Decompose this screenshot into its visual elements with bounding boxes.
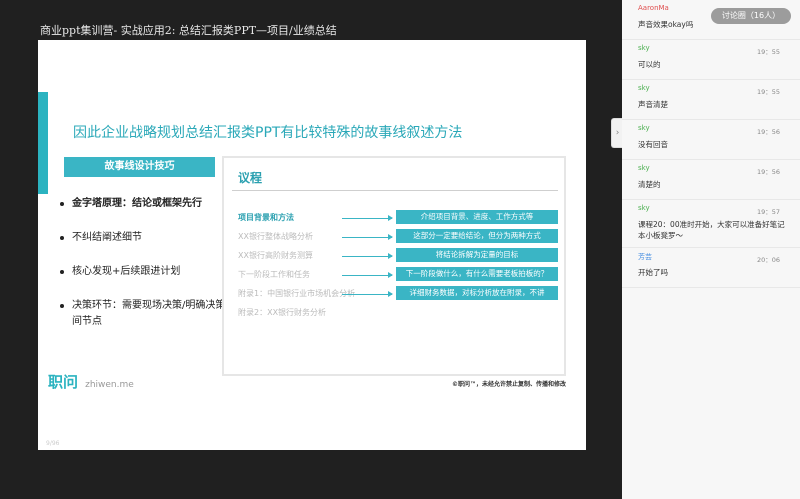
chat-user: sky <box>638 124 650 132</box>
arrow-right-icon <box>342 234 393 240</box>
chat-time: 19：55 <box>756 48 780 56</box>
chat-text: 开始了吗 <box>638 268 668 277</box>
chat-message: 芳芸 20：06 开始了吗 <box>622 248 800 288</box>
chat-message: sky 19：56 没有回音 <box>622 120 800 160</box>
chat-message: sky 19：57 课程20：00准时开始，大家可以准备好笔记本小板凳罗～ <box>622 200 800 248</box>
bullet-item: 核心发现+后续跟进计划 <box>60 264 240 280</box>
chat-user: sky <box>638 44 650 52</box>
agenda-row: 附录1：中国银行业市场机会分析 详细财务数据，对标分析放在附录，不讲 <box>238 286 564 302</box>
agenda-item-label: XX银行整体战略分析 <box>238 232 313 241</box>
chat-user: AaronMa <box>638 4 669 12</box>
slide-accent-bar <box>38 92 48 194</box>
agenda-item-label: 附录2：XX银行财务分析 <box>238 308 327 317</box>
chat-time: 19：55 <box>756 88 780 96</box>
chat-message: sky 19：56 清楚的 <box>622 160 800 200</box>
agenda-item-desc: 将结论拆解为定量的目标 <box>396 248 558 262</box>
chat-text: 课程20：00准时开始，大家可以准备好笔记本小板凳罗～ <box>638 220 785 240</box>
bullet-item: 金字塔原理：结论或框架先行 <box>60 196 240 212</box>
technique-label: 故事线设计技巧 <box>64 157 215 177</box>
chat-text: 可以的 <box>638 60 661 69</box>
agenda-divider <box>232 190 558 191</box>
discussion-button[interactable]: 讨论圈（16人） <box>711 8 791 24</box>
agenda-item-label: 附录1：中国银行业市场机会分析 <box>238 289 356 298</box>
chat-time: 19：56 <box>756 168 780 176</box>
course-title: 商业ppt集训营- 实战应用2: 总结汇报类PPT—项目/业绩总结 <box>40 24 337 37</box>
agenda-row: 项目背景和方法 介绍项目背景、进度、工作方式等 <box>238 210 564 226</box>
agenda-panel: 议程 项目背景和方法 介绍项目背景、进度、工作方式等 XX银行整体战略分析 这部… <box>222 156 566 376</box>
agenda-row: XX银行整体战略分析 这部分一定要给结论，但分为两种方式 <box>238 229 564 245</box>
brand-logo: 职问 zhiwen.me <box>48 371 134 392</box>
slide-headline: 因此企业战略规划总结汇报类PPT有比较特殊的故事线叙述方法 <box>73 125 463 141</box>
agenda-title: 议程 <box>238 171 263 185</box>
chat-time: 20：06 <box>756 256 780 264</box>
chat-text: 没有回音 <box>638 140 668 149</box>
agenda-item-desc: 下一阶段做什么，有什么需要老板拍板的？ <box>396 267 558 281</box>
arrow-right-icon <box>342 215 393 221</box>
bullet-item: 不纠结阐述细节 <box>60 230 240 246</box>
agenda-item-label: XX银行高阶财务测算 <box>238 251 313 260</box>
agenda-row: 下一阶段工作和任务 下一阶段做什么，有什么需要老板拍板的？ <box>238 267 564 283</box>
agenda-item-label: 下一阶段工作和任务 <box>238 270 310 279</box>
agenda-item-label: 项目背景和方法 <box>238 213 294 222</box>
bullet-item: 决策环节：需要现场决策/明确决策时间节点 <box>60 298 240 330</box>
arrow-right-icon <box>342 253 393 259</box>
chat-user: 芳芸 <box>638 253 652 261</box>
slide: 因此企业战略规划总结汇报类PPT有比较特殊的故事线叙述方法 故事线设计技巧 金字… <box>38 40 586 450</box>
copyright-notice: ©职问™，未经允许禁止复制、传播和修改 <box>451 381 566 388</box>
agenda-item-desc: 介绍项目背景、进度、工作方式等 <box>396 210 558 224</box>
logo-url: zhiwen.me <box>85 380 134 390</box>
chat-time: 19：56 <box>756 128 780 136</box>
chat-text: 清楚的 <box>638 180 661 189</box>
agenda-item-desc: 详细财务数据，对标分析放在附录，不讲 <box>396 286 558 300</box>
chat-text: 声音清楚 <box>638 100 668 109</box>
chat-time: 19：57 <box>756 208 780 216</box>
agenda-item-desc: 这部分一定要给结论，但分为两种方式 <box>396 229 558 243</box>
agenda-row: XX银行高阶财务测算 将结论拆解为定量的目标 <box>238 248 564 264</box>
arrow-right-icon <box>342 291 393 297</box>
video-area: 商业ppt集训营- 实战应用2: 总结汇报类PPT—项目/业绩总结 因此企业战略… <box>0 0 622 499</box>
chat-user: sky <box>638 84 650 92</box>
chat-user: sky <box>638 204 650 212</box>
chat-message: sky 19：55 声音清楚 <box>622 80 800 120</box>
chat-message: sky 19：55 可以的 <box>622 40 800 80</box>
bullet-list: 金字塔原理：结论或框架先行 不纠结阐述细节 核心发现+后续跟进计划 决策环节：需… <box>60 196 240 348</box>
arrow-right-icon <box>342 272 393 278</box>
logo-mark: 职问 <box>48 373 79 391</box>
chat-panel[interactable]: AaronMa 声音效果okay吗 sky 19：55 可以的 sky 19：5… <box>622 0 800 499</box>
agenda-row: 附录2：XX银行财务分析 <box>238 305 564 321</box>
page-number: 9/96 <box>46 440 60 447</box>
chat-user: sky <box>638 164 650 172</box>
